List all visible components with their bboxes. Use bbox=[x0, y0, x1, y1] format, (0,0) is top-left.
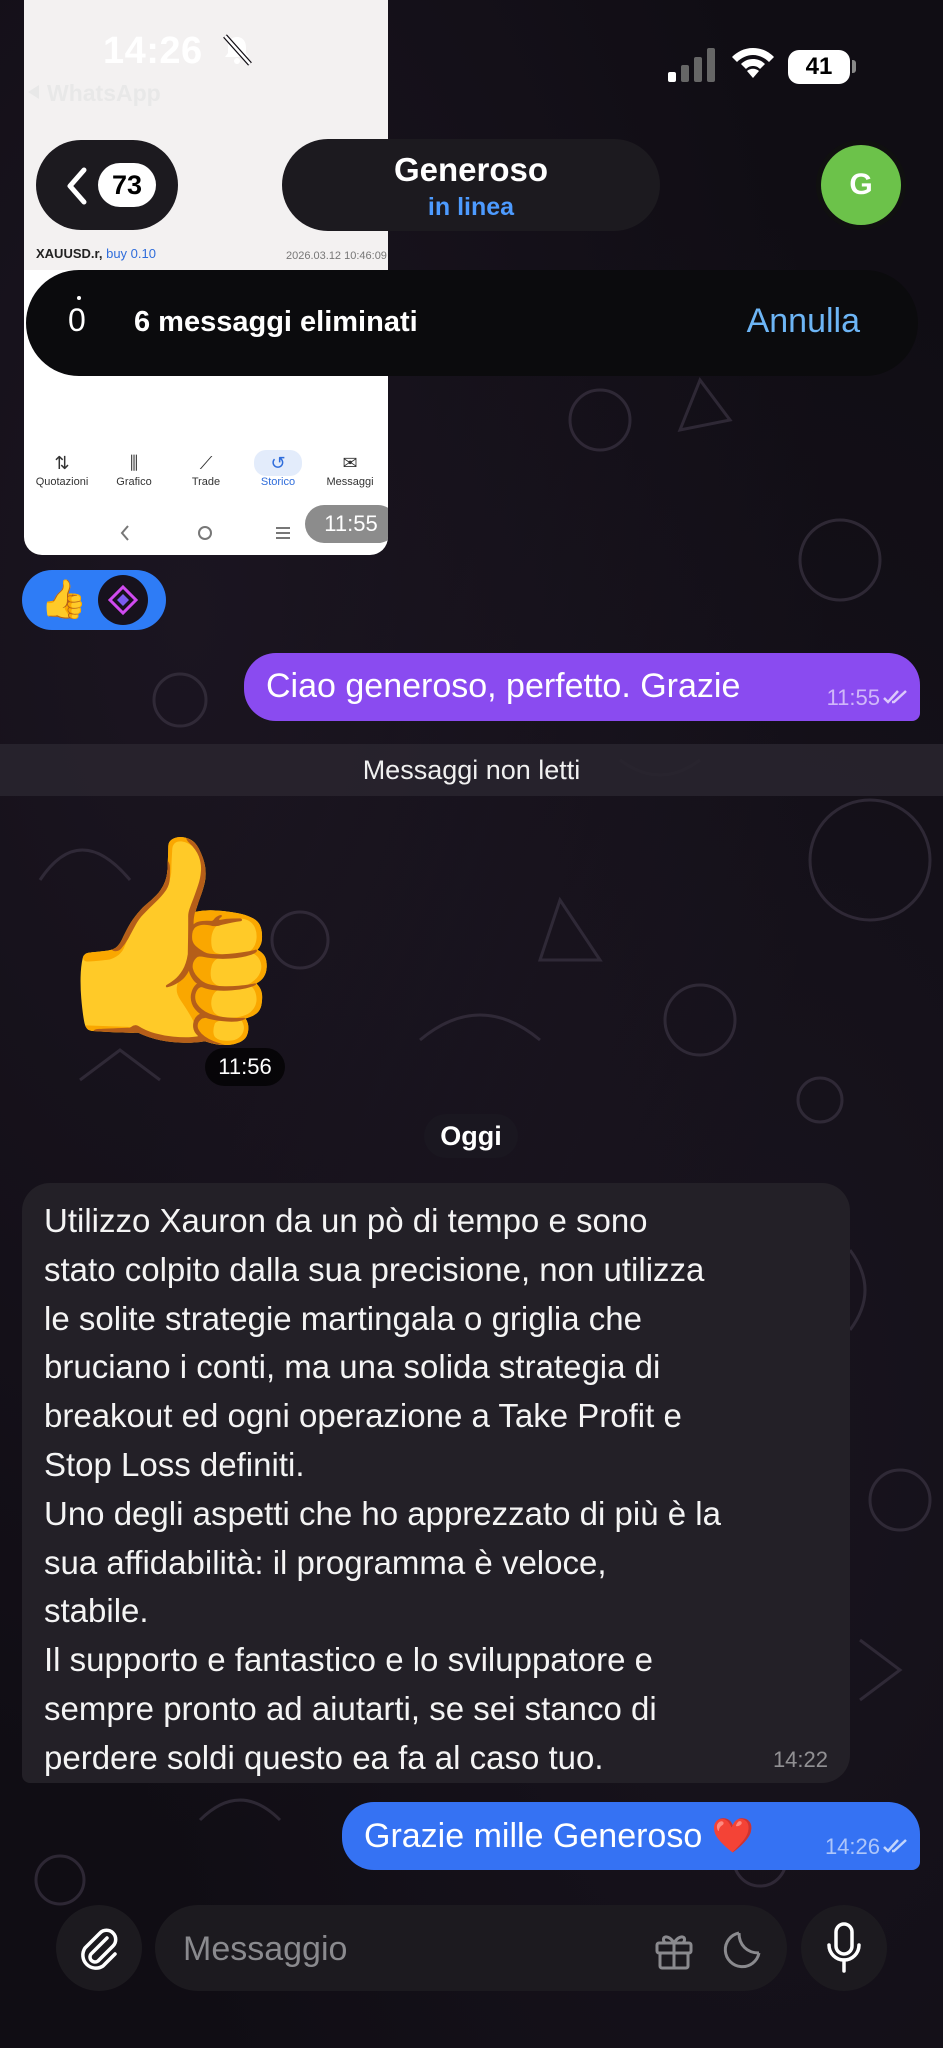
contact-name: Generoso bbox=[393, 151, 549, 188]
back-to-app-link[interactable]: WhatsApp bbox=[28, 80, 161, 107]
screenshot-tab-trade: ⟋ Trade bbox=[170, 450, 242, 488]
microphone-icon bbox=[827, 1922, 861, 1973]
screenshot-trade-date: 2026.03.12 10:46:09 bbox=[286, 250, 387, 262]
screenshot-tab-grafico: ⫼ Grafico bbox=[98, 450, 170, 488]
microphone-button[interactable] bbox=[801, 1905, 887, 1991]
chevron-left-icon bbox=[67, 167, 87, 205]
message-time: 14:26 bbox=[824, 1834, 880, 1859]
contact-status: in linea bbox=[427, 193, 515, 221]
battery-nub bbox=[852, 60, 856, 73]
status-time: 14:26 bbox=[103, 30, 203, 72]
deleted-messages-banner: 0 6 messaggi eliminati Annulla bbox=[26, 270, 918, 376]
sticker-icon[interactable] bbox=[721, 1929, 763, 1971]
message-input[interactable] bbox=[181, 1923, 605, 1975]
double-check-icon bbox=[883, 1839, 907, 1853]
screenshot-tab-quotazioni: ⇅ Quotazioni bbox=[26, 450, 98, 488]
message-reaction[interactable]: 👍 bbox=[22, 570, 166, 630]
screenshot-tab-messaggi: ✉ Messaggi bbox=[314, 450, 386, 488]
screenshot-trade-row: XAUUSD.r, buy 0.10 bbox=[36, 246, 156, 261]
outgoing-message[interactable]: Ciao generoso, perfetto. Grazie 11:55 bbox=[244, 653, 920, 721]
outgoing-message[interactable]: Grazie mille Generoso ❤️ 14:26 bbox=[342, 1802, 920, 1870]
message-time: 14:22 bbox=[772, 1747, 828, 1772]
bell-muted-icon bbox=[222, 34, 252, 71]
thumbs-up-sticker[interactable]: 👍 bbox=[46, 830, 295, 1050]
unread-count-badge: 73 bbox=[98, 163, 156, 207]
trade-icon: ⟋ bbox=[199, 453, 213, 473]
double-check-icon bbox=[883, 690, 907, 704]
history-icon: ↺ bbox=[254, 450, 302, 476]
status-bar: 14:26 WhatsApp 41 bbox=[0, 0, 943, 110]
reactor-avatar bbox=[98, 575, 148, 625]
date-separator: Oggi bbox=[424, 1114, 518, 1158]
quotes-icon: ⇅ bbox=[54, 453, 70, 473]
message-text: Utilizzo Xauron da un pò di tempo e sono… bbox=[44, 1202, 721, 1776]
undo-countdown: 0 bbox=[68, 296, 86, 339]
deleted-messages-text: 6 messaggi eliminati bbox=[134, 306, 418, 338]
cellular-signal-icon bbox=[668, 48, 716, 87]
thumbs-up-emoji: 👍 bbox=[40, 579, 88, 621]
message-time: 11:55 bbox=[305, 505, 388, 543]
message-text: Ciao generoso, perfetto. Grazie bbox=[266, 667, 741, 705]
contact-avatar[interactable]: G bbox=[816, 140, 906, 230]
messages-icon: ✉ bbox=[342, 453, 358, 473]
incoming-message[interactable]: Utilizzo Xauron da un pò di tempo e sono… bbox=[22, 1183, 850, 1783]
avatar-initial: G bbox=[821, 145, 901, 225]
back-button[interactable]: 73 bbox=[36, 140, 178, 230]
paperclip-icon bbox=[81, 1928, 118, 1970]
screenshot-tab-bar: ⇅ Quotazioni ⫼ Grafico ⟋ Trade ↺ Storico ✉ Me… bbox=[24, 450, 388, 510]
undo-button[interactable]: Annulla bbox=[747, 302, 860, 341]
wifi-icon bbox=[731, 44, 775, 85]
attach-button[interactable] bbox=[56, 1905, 142, 1991]
unread-messages-divider: Messaggi non letti bbox=[0, 744, 943, 796]
message-composer[interactable] bbox=[155, 1905, 787, 1991]
gift-icon[interactable] bbox=[653, 1929, 695, 1971]
battery-indicator: 41 bbox=[788, 50, 850, 84]
chart-icon: ⫼ bbox=[129, 453, 139, 473]
back-triangle-icon bbox=[28, 85, 39, 99]
message-text: Grazie mille Generoso ❤️ bbox=[364, 1817, 755, 1855]
message-time: 11:56 bbox=[205, 1048, 285, 1086]
chat-title[interactable]: Generoso in linea bbox=[282, 139, 660, 231]
screenshot-tab-storico: ↺ Storico bbox=[242, 450, 314, 488]
message-time: 11:55 bbox=[826, 685, 880, 710]
